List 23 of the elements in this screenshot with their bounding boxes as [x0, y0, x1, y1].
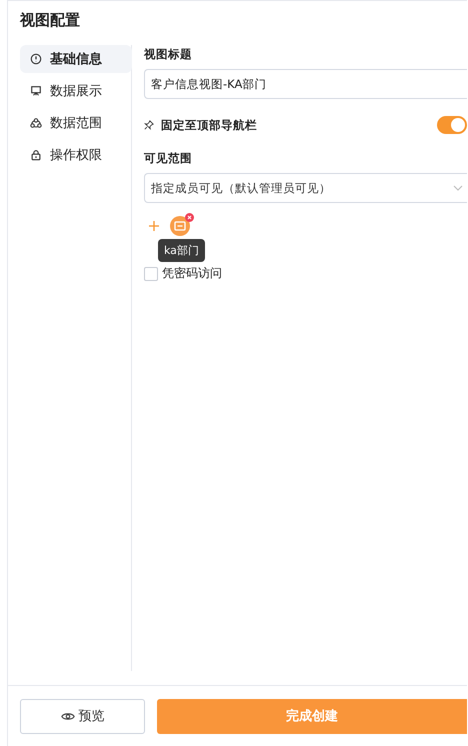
visibility-select[interactable]: 指定成员可见（默认管理员可见） — [144, 173, 467, 203]
monitor-icon — [30, 85, 42, 97]
title-input[interactable]: 客户信息视图-KA部门 — [144, 69, 467, 99]
chevron-down-icon — [453, 185, 463, 191]
toggle-switch[interactable] — [437, 116, 467, 134]
sidebar-item[interactable]: 操作权限 — [20, 141, 132, 169]
sidebar-item[interactable]: 数据展示 — [20, 77, 132, 105]
remove-icon[interactable] — [185, 213, 194, 222]
pin-label: 固定至顶部导航栏 — [161, 118, 258, 132]
panel-title: 视图配置 — [18, 10, 81, 31]
pin-icon — [144, 120, 154, 130]
eye-icon — [60, 710, 74, 722]
field-label: 可见范围 — [144, 150, 193, 167]
sidebar-item[interactable]: 数据范围 — [20, 109, 132, 137]
checkbox[interactable] — [144, 266, 158, 280]
tooltip: ka部门 — [158, 239, 205, 262]
field-label: 视图标题 — [144, 46, 193, 63]
info-icon — [30, 53, 42, 65]
preview-button[interactable]: 预览 — [20, 698, 145, 734]
sidebar-item[interactable]: 基础信息 — [20, 45, 132, 73]
lock-icon — [30, 149, 42, 161]
network-icon — [30, 117, 42, 129]
checkbox-label: 凭密码访问 — [162, 265, 222, 282]
